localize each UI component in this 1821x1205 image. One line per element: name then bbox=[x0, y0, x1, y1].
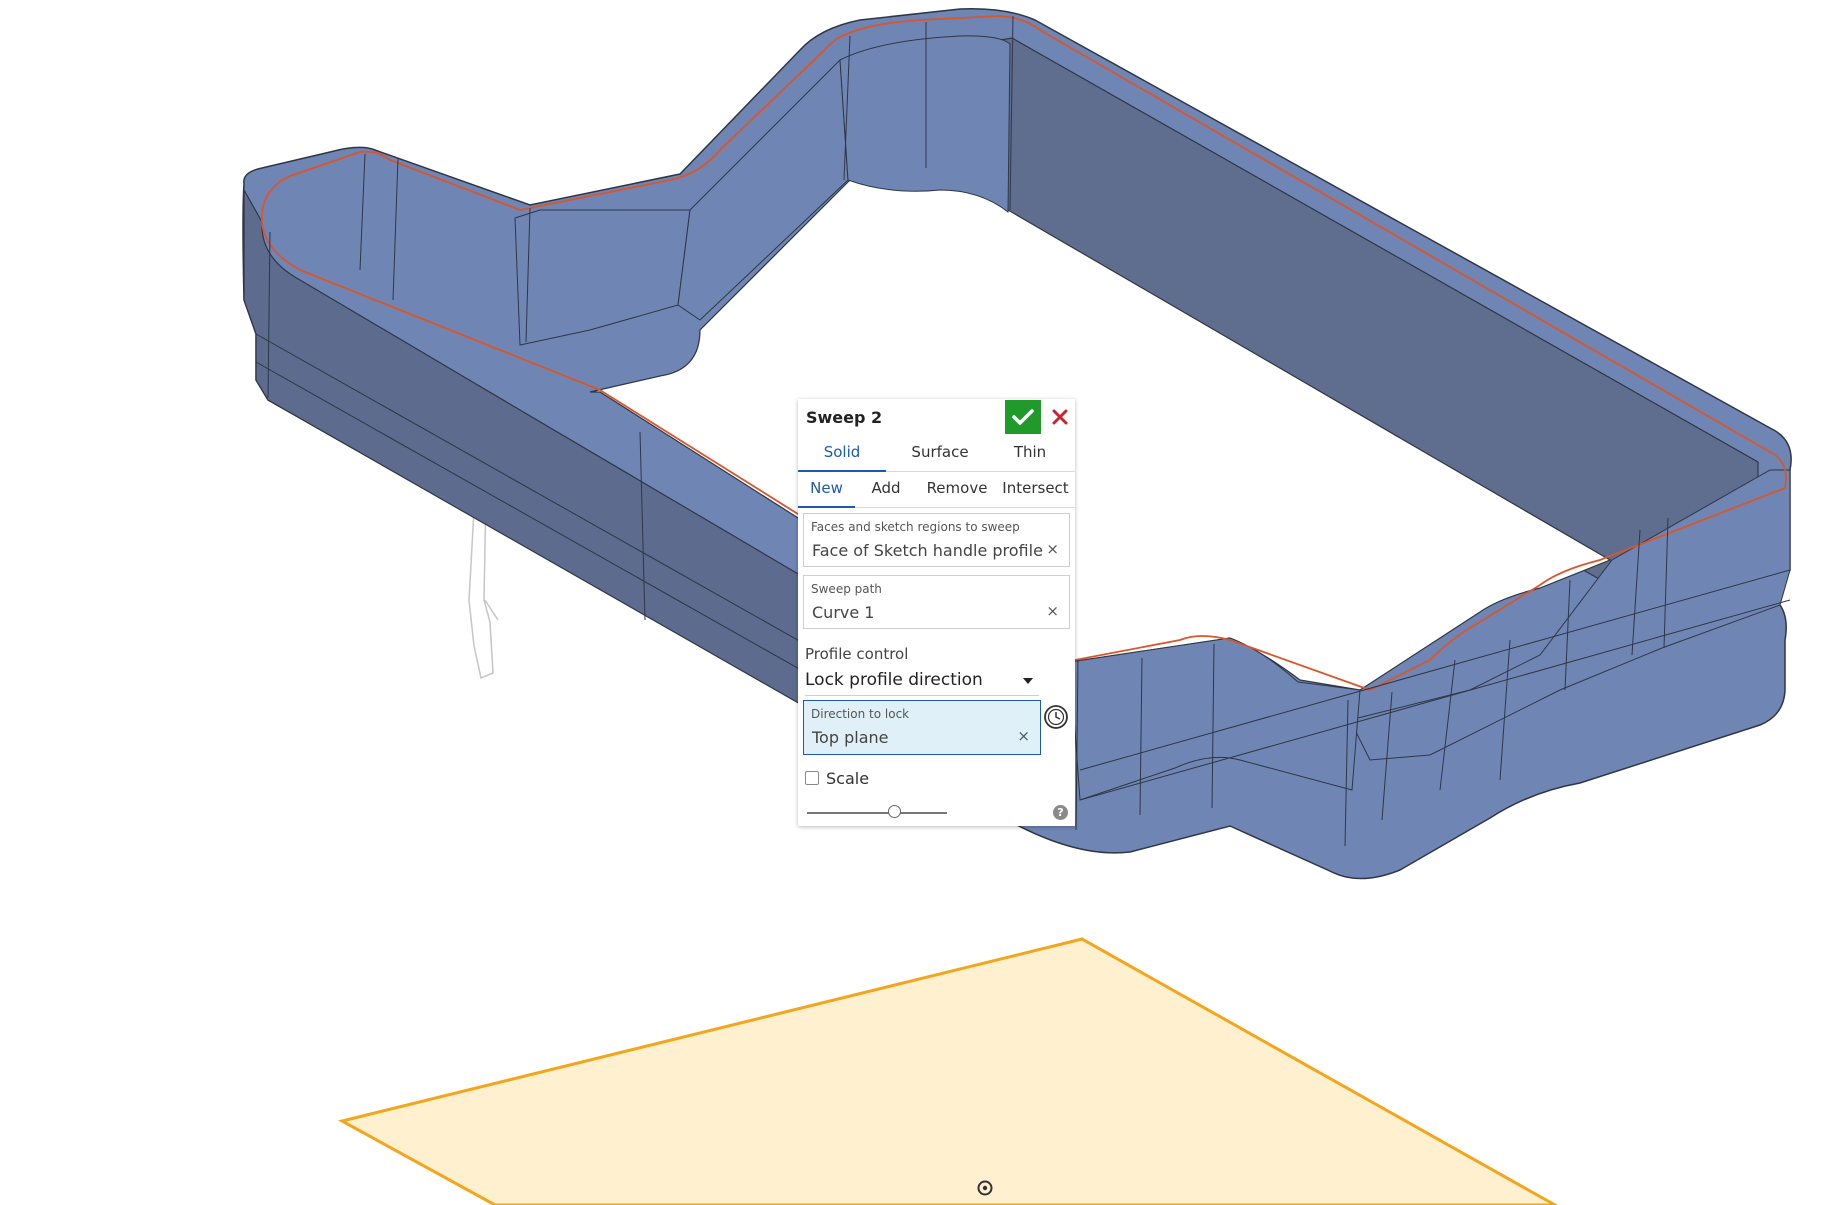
dialog-header: Sweep 2 bbox=[798, 399, 1075, 435]
profile-control-value: Lock profile direction bbox=[805, 670, 983, 690]
scale-label: Scale bbox=[826, 769, 870, 788]
sweep-path-value: Curve 1 bbox=[812, 603, 875, 622]
cancel-button[interactable] bbox=[1045, 400, 1075, 434]
operation-tabs: New Add Remove Intersect bbox=[798, 471, 1075, 508]
top-plane[interactable] bbox=[337, 937, 1559, 1205]
slider-track[interactable] bbox=[807, 812, 947, 814]
sweep-path-field[interactable]: Sweep path Curve 1 × bbox=[803, 575, 1070, 629]
tab-surface[interactable]: Surface bbox=[896, 435, 984, 470]
profile-control-select[interactable]: Lock profile direction bbox=[805, 665, 1039, 696]
direction-field-value: Top plane bbox=[812, 728, 889, 747]
direction-to-lock-field[interactable]: Direction to lock Top plane × bbox=[803, 700, 1041, 755]
faces-field-value: Face of Sketch handle profile bbox=[812, 541, 1043, 560]
accept-button[interactable] bbox=[1005, 400, 1041, 434]
sweep-feature-dialog: Sweep 2 Solid Surface Thin New Add Remov… bbox=[798, 399, 1075, 826]
faces-to-sweep-field[interactable]: Faces and sketch regions to sweep Face o… bbox=[803, 513, 1070, 567]
sweep-path-clear-button[interactable]: × bbox=[1046, 604, 1059, 619]
slider-thumb[interactable] bbox=[887, 805, 901, 818]
tab-remove[interactable]: Remove bbox=[918, 471, 996, 506]
direction-clear-button[interactable]: × bbox=[1017, 729, 1030, 744]
sweep-path-label: Sweep path bbox=[811, 582, 882, 596]
faces-clear-button[interactable]: × bbox=[1046, 542, 1059, 557]
dialog-title: Sweep 2 bbox=[806, 408, 883, 427]
chevron-down-icon bbox=[1023, 678, 1033, 684]
tab-thin[interactable]: Thin bbox=[990, 435, 1070, 470]
close-icon bbox=[1052, 409, 1068, 425]
body-type-tabs: Solid Surface Thin bbox=[798, 435, 1075, 472]
history-icon[interactable] bbox=[1043, 704, 1069, 730]
tab-solid[interactable]: Solid bbox=[798, 435, 886, 472]
direction-field-label: Direction to lock bbox=[811, 707, 910, 721]
help-icon[interactable]: ? bbox=[1053, 805, 1068, 820]
scale-checkbox[interactable] bbox=[805, 771, 819, 785]
faces-field-label: Faces and sketch regions to sweep bbox=[811, 520, 1020, 534]
tab-intersect[interactable]: Intersect bbox=[996, 471, 1075, 506]
check-icon bbox=[1012, 409, 1034, 425]
tab-add[interactable]: Add bbox=[860, 471, 912, 506]
profile-control-label: Profile control bbox=[805, 645, 909, 663]
tab-new[interactable]: New bbox=[798, 471, 855, 508]
